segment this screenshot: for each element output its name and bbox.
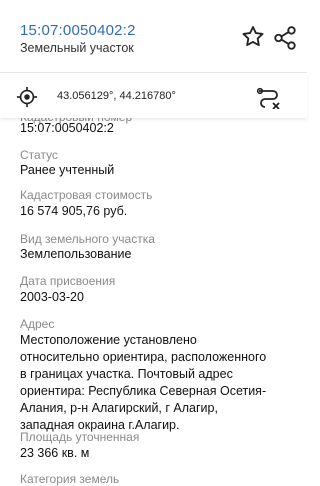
cost-value: 16 574 905,76 руб. (20, 204, 128, 218)
route-icon[interactable] (256, 85, 282, 109)
land-category-label: Категория земель (20, 472, 120, 486)
address-line: ориентира: Республика Северная Осетия- (20, 384, 267, 398)
assignment-date-value: 2003-03-20 (20, 290, 84, 304)
share-icon[interactable] (272, 25, 298, 51)
status-label: Статус (20, 148, 58, 162)
coordinates-bar: 43.056129°, 44.216780° (0, 73, 307, 118)
address-label: Адрес (20, 317, 55, 331)
address-line: в границах участка. Почтовый адрес (20, 367, 233, 381)
address-line: Алания, р-н Алагирский, г Алагир, (20, 401, 218, 415)
land-type-value: Землепользование (20, 247, 132, 261)
card-header: 15:07:0050402:2 Земельный участок (0, 0, 307, 72)
star-outline-icon[interactable] (240, 24, 266, 50)
area-label: Площадь уточненная (20, 430, 140, 444)
area-value: 23 366 кв. м (20, 446, 90, 460)
land-type-label: Вид земельного участка (20, 232, 155, 246)
address-line: Местоположение установлено (20, 333, 197, 347)
crosshair-icon[interactable] (16, 86, 38, 108)
cadastral-number-value: 15:07:0050402:2 (20, 121, 114, 135)
address-line: относительно ориентира, расположенного (20, 350, 267, 364)
cadastral-title[interactable]: 15:07:0050402:2 (20, 22, 136, 39)
object-type: Земельный участок (20, 41, 134, 55)
status-value: Ранее учтенный (20, 163, 115, 177)
coordinates-text[interactable]: 43.056129°, 44.216780° (57, 90, 176, 102)
address-value: Местоположение установлено относительно … (20, 332, 285, 434)
cost-label: Кадастровая стоимость (20, 188, 153, 202)
assignment-date-label: Дата присвоения (20, 274, 116, 288)
